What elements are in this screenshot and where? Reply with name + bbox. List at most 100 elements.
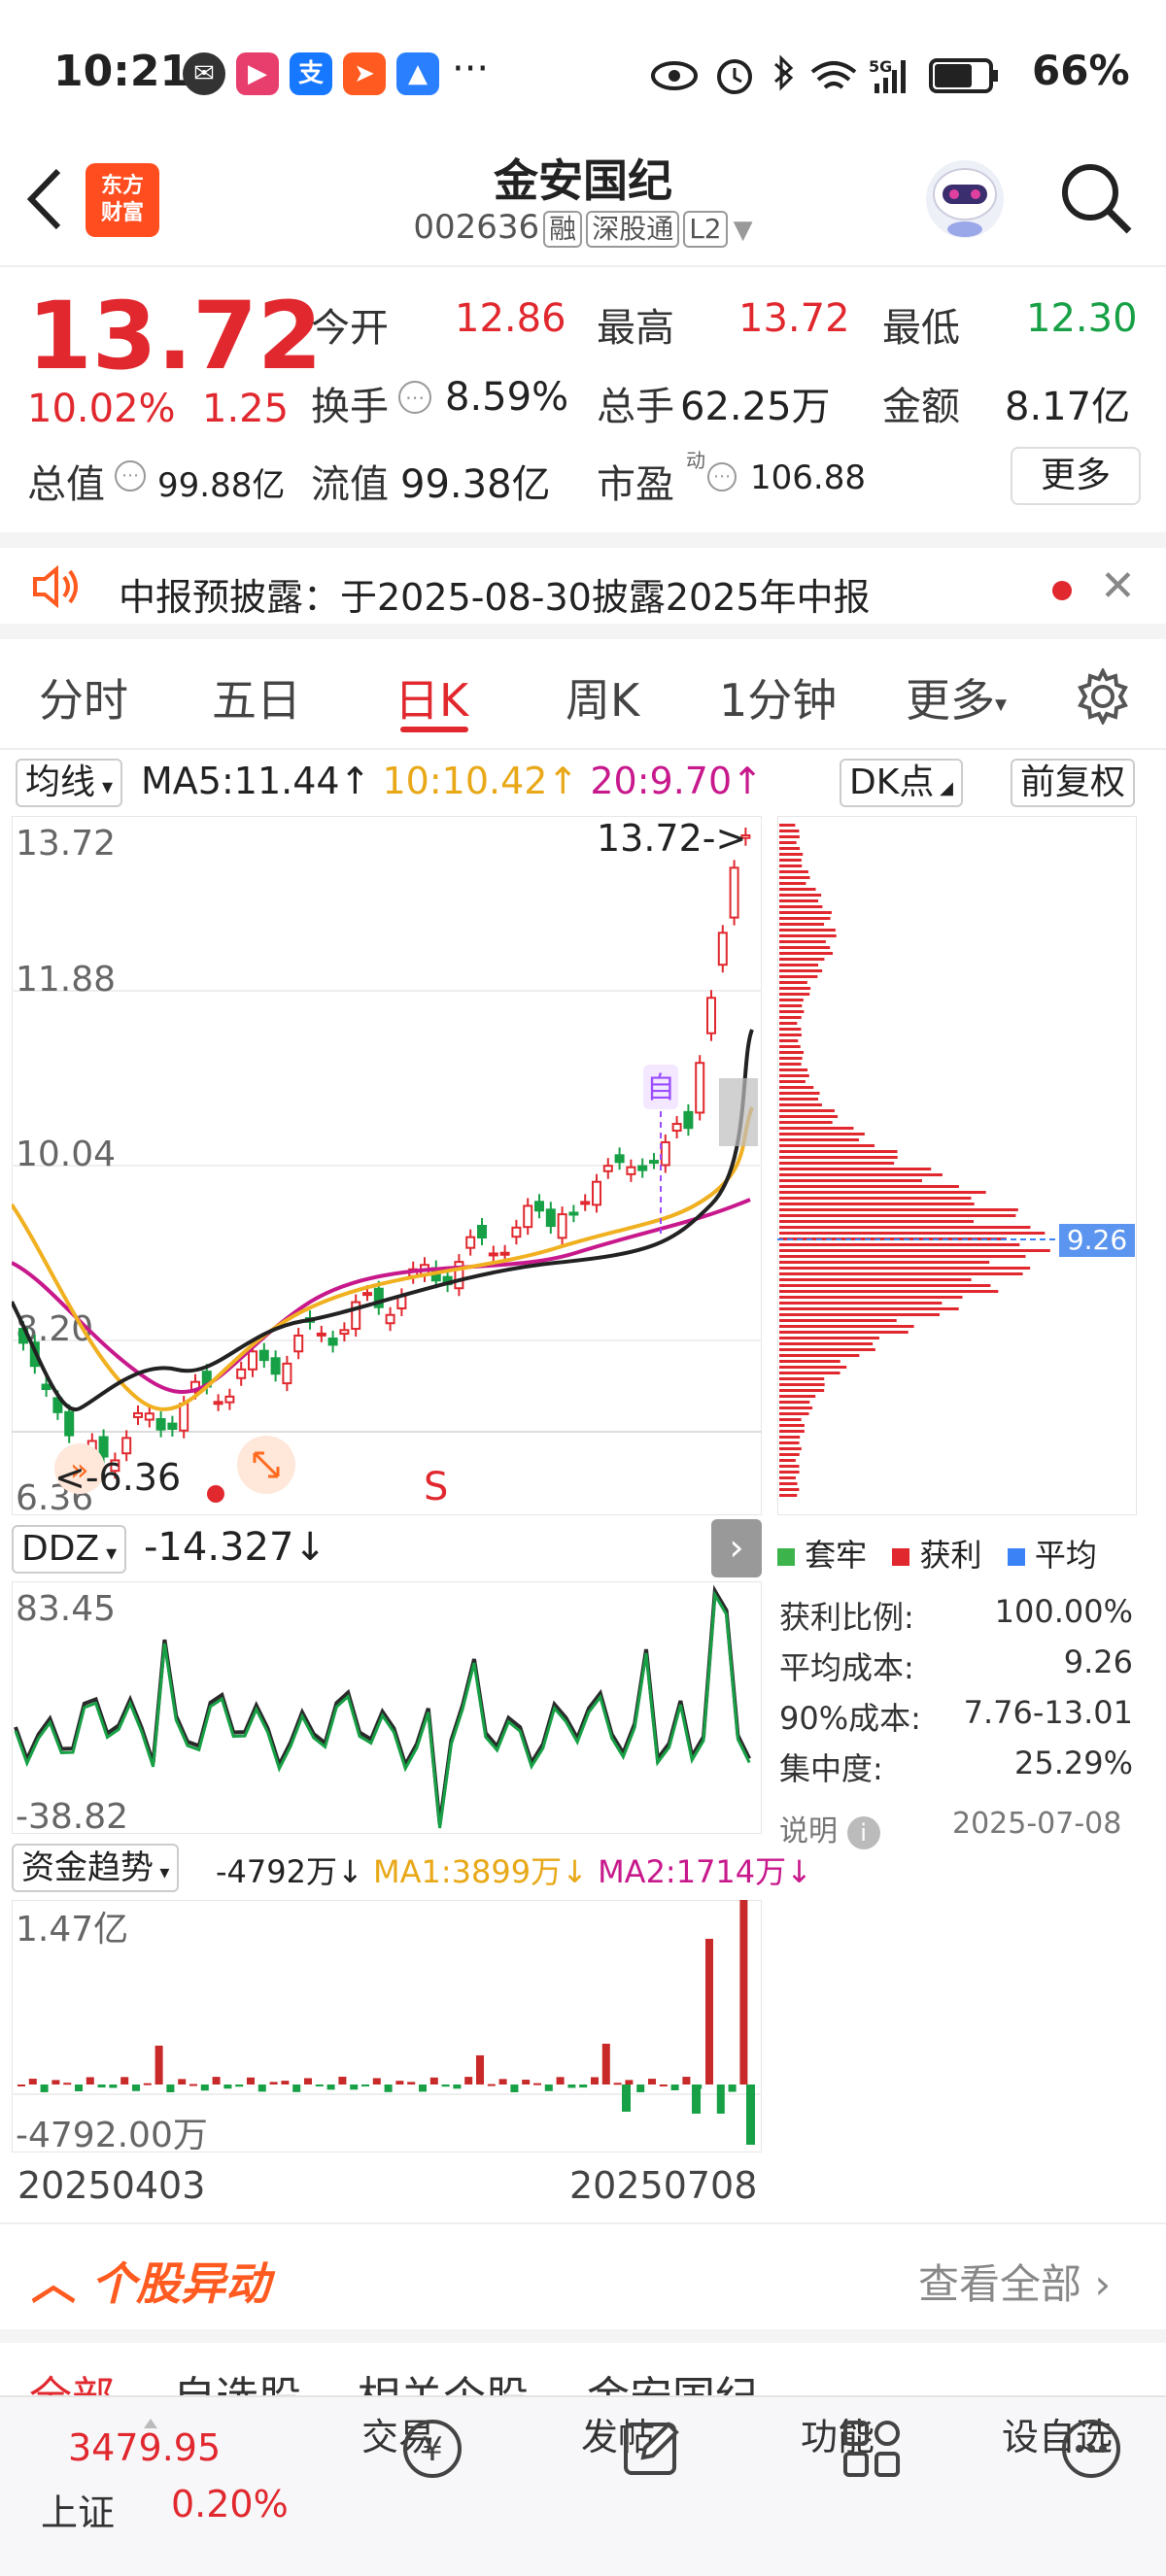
legend-profit: 获利 [919,1537,982,1574]
dropdown-icon: ▼ [733,216,753,245]
more-dots-icon [1062,2420,1120,2478]
chip-distribution[interactable]: 9.26 [777,816,1137,1515]
speaker-icon [33,565,78,608]
stat-avgcost-label: 平均成本: [779,1649,914,1686]
ddz-select[interactable]: DDZ ▾ [12,1525,127,1574]
fund-max: 1.47亿 [16,1910,128,1949]
divider [0,2329,1166,2343]
up-indicator-icon [144,2419,157,2428]
info-icon: i [846,1816,880,1849]
amount-value: 8.17亿 [1005,385,1131,429]
wechat-icon: ✉ [183,52,225,95]
close-icon[interactable]: ✕ [1100,561,1136,611]
mktcap-value: 99.88亿 [157,466,286,505]
kline-chart[interactable]: 13.72 11.88 10.04 8.20 6.36 13.72-> 自 » … [12,816,762,1515]
nav-app-icon: ▲ [396,52,439,95]
robot-avatar-icon[interactable] [921,155,1009,243]
tab-more[interactable]: 更多▾ [906,665,1007,729]
dk-point-button[interactable]: DK点 ◢ [840,759,963,807]
stat-concentration-value: 25.29% [1013,1745,1133,1781]
ma10-value: 10:10.42↑ [382,760,579,802]
bottom-nav: 3479.95 上证 0.20% ¥ 交易 发帖 功能 设自选 [0,2395,1166,2576]
active-tab-indicator [400,727,468,732]
ma10-line [12,1106,754,1411]
fund-trend-chart[interactable]: 1.47亿 -4792.00万 [12,1900,762,2152]
kline-y-tick: 10.04 [16,1135,116,1174]
tab-intraday[interactable]: 分时 [39,665,128,729]
nav-trade[interactable]: ¥ 交易 [301,2397,496,2478]
current-price: 13.72 [27,282,323,390]
open-value: 12.86 [455,296,566,341]
ma-values: MA5:11.44↑ 10:10.42↑ 20:9.70↑ [141,760,763,802]
nav-add-watchlist[interactable]: 设自选 [960,2397,1154,2478]
info-icon[interactable]: ⋯ [707,462,737,491]
candles [18,828,751,1479]
tag-connect: 深股通 [586,211,680,248]
avg-cost-label: 9.26 [1067,1224,1127,1256]
mktcap-label: 总值 [27,462,105,507]
tag-l2: L2 [683,211,728,248]
stat-profit-value: 100.00% [994,1593,1133,1630]
wifi-icon [810,61,857,89]
adjust-button[interactable]: 前复权 [1011,759,1136,807]
pe-value: 106.88 [750,458,866,497]
open-label: 今开 [311,306,389,351]
note-link[interactable]: 说明 i [779,1807,880,1849]
ddz-value: -14.327↓ [144,1525,326,1570]
stat-profit-label: 获利比例: [779,1599,914,1636]
nav-post[interactable]: 发帖 [521,2397,715,2475]
bluetooth-icon [774,54,794,91]
fund-value: -4792万↓ [216,1853,363,1890]
info-icon[interactable]: ⋯ [398,381,431,414]
nav-functions[interactable]: 功能 [740,2397,935,2477]
ma5-value: MA5:11.44↑ [141,760,371,802]
fund-min: -4792.00万 [16,2116,208,2152]
battery-percent: 66% [1032,47,1130,94]
volume-label: 总手 [597,385,674,429]
chip-legend: 套牢 获利 平均 [777,1531,1097,1576]
buy-point-dot [207,1485,224,1503]
send-app-icon: ➤ [343,52,386,95]
ma5-line [12,1029,754,1412]
self-marker: 自 [646,1071,675,1105]
index-value[interactable]: 3479.95 [68,2426,221,2469]
change-amount: 1.25 [202,387,290,431]
more-button[interactable]: 更多 [1011,447,1141,505]
low-label: 最低 [882,306,960,351]
volume-value: 62.25万 [680,385,831,429]
tab-1min[interactable]: 1分钟 [719,665,837,729]
settings-gear-icon[interactable] [1075,668,1131,725]
fund-trend-select[interactable]: 资金趋势 ▾ [12,1844,180,1892]
amount-label: 金额 [882,385,960,429]
low-value: 12.30 [1026,296,1138,341]
high-marker: 13.72-> [597,817,746,860]
stat-90cost-label: 90%成本: [779,1700,921,1737]
info-icon[interactable]: ⋯ [115,460,146,491]
tag-margin: 融 [543,211,583,248]
tab-five-day[interactable]: 五日 [212,665,301,729]
stock-header: 东方 财富 金安国纪 002636 融深股通 L2 ▼ [0,146,1166,267]
stat-concentration-label: 集中度: [779,1750,883,1787]
5g-signal-icon [874,84,879,93]
current-candle-highlight [719,1078,758,1146]
tab-daily-k[interactable]: 日K [394,665,468,729]
clock: 10:21 [53,47,190,96]
kline-y-max: 13.72 [16,824,116,864]
see-all-link[interactable]: 查看全部 › [918,2252,1111,2311]
notice-text: 中报预披露：于2025-08-30披露2025年中报 [119,576,871,619]
search-icon[interactable] [1057,159,1135,237]
indicator-select[interactable]: 均线 ▾ [16,759,123,807]
expand-right-icon[interactable]: › [711,1519,762,1577]
notice-bar[interactable]: 中报预披露：于2025-08-30披露2025年中报 ✕ [0,532,1166,639]
tab-weekly-k[interactable]: 周K [566,665,639,729]
yuan-icon: ¥ [403,2420,462,2478]
change-percent: 10.02% [27,387,176,431]
divider [0,2222,1166,2224]
high-value: 13.72 [738,296,850,341]
float-value: 99.38亿 [400,462,551,507]
fund-values: -4792万↓ MA1:3899万↓ MA2:1714万↓ [216,1847,812,1892]
ddz-chart[interactable]: 83.45 -38.82 [12,1581,762,1834]
high-label: 最高 [597,306,674,351]
sell-marker: S [424,1465,448,1509]
legend-trapped: 套牢 [805,1537,868,1574]
